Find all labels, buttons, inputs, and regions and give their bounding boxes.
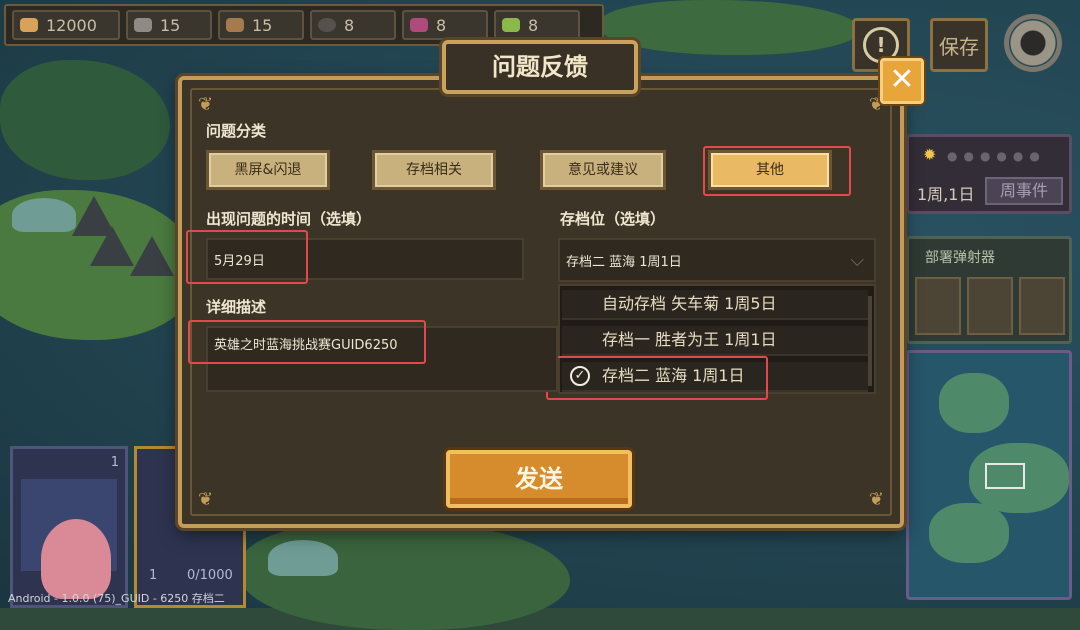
rock-spike [90, 226, 134, 266]
resource-bomb-value: 8 [344, 15, 355, 35]
hero-portrait [21, 479, 117, 599]
resource-ore-value: 15 [160, 15, 181, 35]
category-save-button[interactable]: 存档相关 [372, 150, 496, 190]
gear-icon[interactable] [1004, 14, 1062, 72]
resource-bomb: 8 [310, 10, 396, 40]
day-dots: ●●●●●● [947, 149, 1046, 163]
resource-wood: 15 [218, 10, 304, 40]
dialog-title: 问题反馈 [442, 40, 638, 94]
resource-crystal: 8 [402, 10, 488, 40]
highlight-box [188, 320, 426, 364]
highlight-box [546, 356, 768, 400]
stone-icon [134, 18, 152, 32]
save-button[interactable]: 保存 [930, 18, 988, 72]
wood-log-icon [226, 18, 244, 32]
scroll-icon[interactable] [1019, 277, 1065, 335]
mushroom-tree [268, 540, 338, 576]
resource-herb: 8 [494, 10, 580, 40]
resource-crystal-value: 8 [436, 15, 447, 35]
resource-gold-value: 12000 [46, 15, 97, 35]
corner-flourish-icon: ❦ [198, 489, 214, 510]
minimap-island [929, 503, 1009, 563]
save-slot-label: 存档位（选填） [560, 210, 666, 228]
save-slot-selected: 存档二 蓝海 1周1日 [566, 254, 682, 270]
time-label: 出现问题的时间（选填） [206, 210, 372, 228]
category-label: 问题分类 [206, 122, 267, 140]
send-button[interactable]: 发送 [446, 450, 632, 508]
dropdown-scrollbar[interactable] [868, 296, 872, 386]
corner-flourish-icon: ❦ [198, 94, 214, 115]
save-slot-select[interactable]: 存档二 蓝海 1周1日 ⌵ [558, 238, 876, 282]
category-suggestion-button[interactable]: 意见或建议 [540, 150, 666, 190]
unit-card-count: 1 [149, 568, 158, 583]
save-slot-option-1[interactable]: 存档一 胜者为王 1周1日 [562, 326, 868, 356]
hero-card[interactable]: 1 [10, 446, 128, 608]
sun-icon: ✹ [923, 145, 937, 164]
forest-island [0, 60, 170, 180]
crystal-icon [410, 18, 428, 32]
chevron-down-icon: ⌵ [850, 250, 864, 271]
bomb-icon [318, 18, 336, 32]
detail-label: 详细描述 [206, 298, 267, 316]
unit-card-capacity: 0/1000 [187, 568, 233, 583]
north-shore [600, 0, 860, 55]
save-slot-option-auto[interactable]: 自动存档 矢车菊 1周5日 [562, 290, 868, 320]
mushroom-tree [12, 198, 76, 232]
save-button-label: 保存 [939, 34, 979, 59]
deploy-panel: 部署弹射器 [906, 236, 1072, 344]
herb-icon [502, 18, 520, 32]
hero-card-count: 1 [110, 455, 119, 470]
corner-flourish-icon: ❦ [868, 489, 884, 510]
resource-ore: 15 [126, 10, 212, 40]
week-day-label: 1周,1日 [917, 185, 975, 204]
highlight-box [186, 230, 308, 284]
minimap[interactable] [906, 350, 1072, 600]
treasure-chest-icon[interactable] [915, 277, 961, 335]
minimap-island [939, 373, 1009, 433]
resource-wood-value: 15 [252, 15, 273, 35]
week-event-button[interactable]: 周事件 [985, 177, 1063, 205]
week-panel: ✹ ●●●●●● 1周,1日 周事件 [906, 134, 1072, 214]
deploy-catapult-label: 部署弹射器 [925, 250, 995, 266]
open-book-icon[interactable] [967, 277, 1013, 335]
resource-gold: 12000 [12, 10, 120, 40]
minimap-viewport[interactable] [985, 463, 1025, 489]
rock-spike [130, 236, 174, 276]
shell-house-icon [41, 519, 111, 599]
resource-herb-value: 8 [528, 15, 539, 35]
gold-pile-icon [20, 18, 38, 32]
version-footer: Android - 1.0.0 (75)_GUID - 6250 存档二 [8, 592, 225, 605]
close-button[interactable]: ✕ [880, 58, 924, 104]
highlight-box [703, 146, 851, 196]
category-crash-button[interactable]: 黑屏&闪退 [206, 150, 330, 190]
